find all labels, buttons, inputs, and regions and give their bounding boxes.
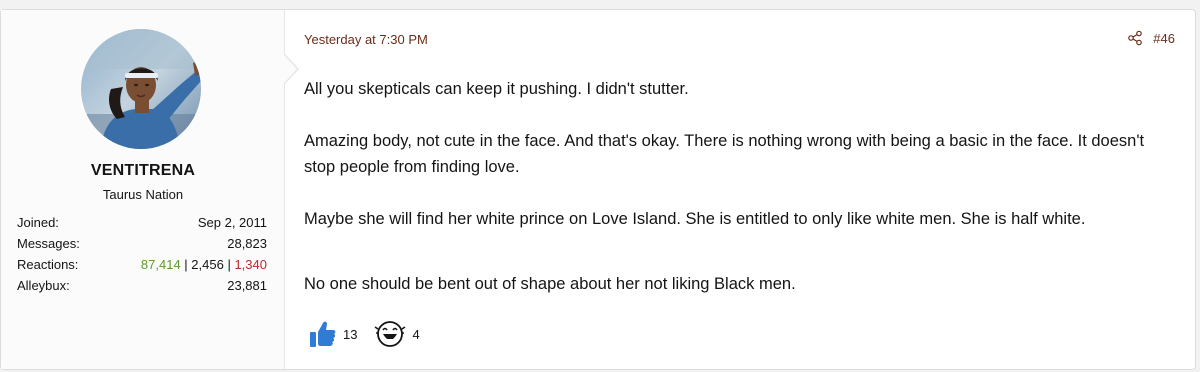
message-paragraph: Amazing body, not cute in the face. And … [304, 132, 1145, 176]
message-paragraph: No one should be bent out of shape about… [304, 275, 796, 293]
stat-value: 87,414 | 2,456 | 1,340 [141, 254, 267, 275]
reactions-positive: 87,414 [140, 257, 181, 272]
user-cell-arrow-inner [284, 55, 297, 83]
stat-messages: Messages: 28,823 [17, 233, 267, 254]
reaction-laugh[interactable]: 4 [374, 319, 420, 349]
stat-value[interactable]: 28,823 [227, 233, 267, 254]
username[interactable]: VENTITRENA [1, 162, 285, 180]
stat-joined: Joined: Sep 2, 2011 [17, 212, 267, 233]
user-stats: Joined: Sep 2, 2011 Messages: 28,823 Rea… [17, 212, 267, 296]
stat-label: Reactions: [17, 257, 79, 272]
reactions-negative: 1,340 [234, 257, 267, 272]
avatar[interactable] [81, 29, 201, 149]
reaction-like[interactable]: 13 [309, 319, 357, 349]
message-body: All you skepticals can keep it pushing. … [304, 76, 1164, 297]
message-cell: Yesterday at 7:30 PM #46 All you skeptic… [304, 10, 1195, 369]
forum-post: VENTITRENA Taurus Nation Joined: Sep 2, … [0, 9, 1196, 370]
post-timestamp[interactable]: Yesterday at 7:30 PM [304, 32, 428, 47]
separator: | [180, 257, 192, 272]
user-info-panel: VENTITRENA Taurus Nation Joined: Sep 2, … [1, 10, 285, 369]
laughing-face-icon [375, 321, 406, 347]
stat-label: Joined: [17, 215, 59, 230]
reaction-count: 13 [343, 326, 358, 342]
post-number-link[interactable]: #46 [1153, 31, 1175, 46]
stat-alleybux: Alleybux: 23,881 [17, 275, 267, 296]
separator: | [223, 257, 235, 272]
stat-value: Sep 2, 2011 [197, 215, 267, 230]
message-paragraph: All you skepticals can keep it pushing. … [304, 80, 689, 98]
user-title: Taurus Nation [102, 187, 184, 202]
reaction-count: 4 [412, 326, 420, 342]
stat-value: 23,881 [227, 278, 267, 293]
stat-label: Alleybux: [17, 278, 70, 293]
share-icon[interactable] [1127, 30, 1143, 46]
stat-reactions: Reactions: 87,414 | 2,456 | 1,340 [17, 254, 267, 275]
post-actions: #46 [1127, 30, 1175, 46]
avatar-image [81, 29, 201, 149]
reactions-bar: 13 4 [309, 319, 420, 349]
stat-label: Messages: [17, 236, 80, 251]
thumbs-up-icon [310, 321, 336, 347]
message-paragraph: Maybe she will find her white prince on … [304, 210, 1086, 228]
reactions-neutral: 2,456 [191, 257, 224, 272]
